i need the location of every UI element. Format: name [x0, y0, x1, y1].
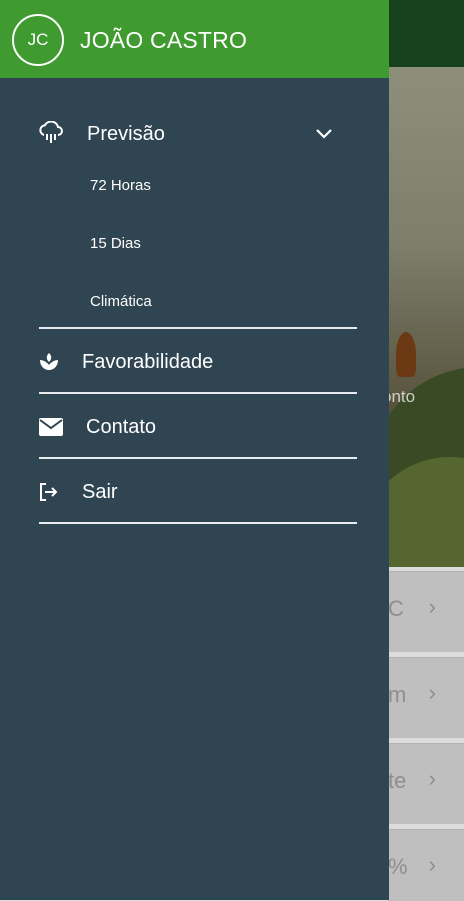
divider: [39, 522, 357, 524]
menu-label-contato: Contato: [86, 416, 157, 438]
divider: [39, 327, 357, 329]
card-value: C: [388, 596, 404, 621]
submenu-item-climatica[interactable]: Climática: [90, 293, 152, 310]
tree-shape: [396, 332, 416, 377]
divider: [39, 392, 357, 394]
background-card[interactable]: % ›: [388, 829, 464, 901]
logout-icon: [36, 480, 62, 504]
menu-label-favorabilidade: Favorabilidade: [82, 351, 214, 373]
submenu-item-15-dias[interactable]: 15 Dias: [90, 235, 141, 252]
user-name: JOÃO CASTRO: [80, 27, 248, 53]
leaf-hand-icon: [36, 350, 62, 374]
chevron-right-icon: ›: [428, 766, 436, 791]
menu-item-contato[interactable]: Contato: [0, 405, 389, 449]
background-card[interactable]: te ›: [388, 743, 464, 824]
chevron-right-icon: ›: [428, 680, 436, 705]
card-value: te: [388, 768, 407, 793]
drawer-header: JC JOÃO CASTRO: [0, 0, 389, 78]
background-card[interactable]: m ›: [388, 657, 464, 738]
menu-item-favorabilidade[interactable]: Favorabilidade: [0, 340, 389, 384]
navigation-drawer: JC JOÃO CASTRO Previsão 72 Horas 15 Dias…: [0, 0, 389, 900]
background-card[interactable]: C ›: [388, 571, 464, 652]
chevron-down-icon[interactable]: [312, 123, 336, 143]
card-value: m: [388, 682, 407, 707]
menu-item-sair[interactable]: Sair: [0, 470, 389, 514]
cloud-rain-icon: [38, 121, 64, 145]
card-value: %: [388, 854, 408, 879]
avatar[interactable]: JC: [12, 14, 64, 66]
chevron-right-icon: ›: [428, 852, 436, 877]
divider: [39, 457, 357, 459]
menu-label-previsao: Previsão: [87, 123, 165, 145]
menu-label-sair: Sair: [82, 481, 118, 503]
mail-icon: [38, 415, 64, 439]
chevron-right-icon: ›: [428, 594, 436, 619]
submenu-item-72-horas[interactable]: 72 Horas: [90, 177, 151, 194]
